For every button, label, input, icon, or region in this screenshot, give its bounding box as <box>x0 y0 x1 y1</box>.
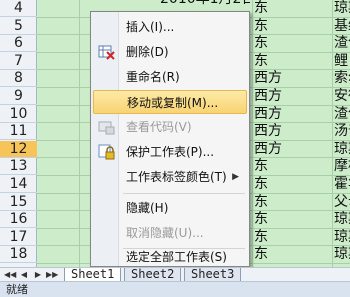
status-text: 就绪 <box>6 283 28 296</box>
cell-region[interactable]: 西方 <box>254 123 330 140</box>
gridline <box>332 0 333 267</box>
cell-name[interactable]: 琼斯 <box>334 246 350 263</box>
cell-name[interactable]: 霍华 <box>334 176 350 193</box>
row-header-10[interactable]: 10 <box>0 106 37 123</box>
tab-sheet3[interactable]: Sheet3 <box>184 268 242 282</box>
gridline <box>252 0 253 267</box>
row-header-5[interactable]: 5 <box>0 18 37 35</box>
menu-item-label: 工作表标签颜色(T) <box>126 170 227 184</box>
row-header-14[interactable]: 14 <box>0 176 37 193</box>
menu-item-label: 删除(D) <box>126 45 169 59</box>
row-header-7[interactable]: 7 <box>0 53 37 70</box>
menu-item-move-or-copy[interactable]: 移动或复制(M)... <box>93 90 247 114</box>
sheet-tab-bar: ◀◀ ◀ ▶ ▶▶ Sheet1 Sheet2 Sheet3 <box>0 267 350 282</box>
cell-name[interactable]: 汤普 <box>334 123 350 140</box>
cell-name[interactable]: 安德 <box>334 88 350 105</box>
cell-region[interactable]: 东 <box>254 53 330 70</box>
row-header-12[interactable]: 12 <box>0 140 37 158</box>
cell-region[interactable]: 东 <box>254 246 330 263</box>
cell-region[interactable]: 东 <box>254 18 330 35</box>
cell-region[interactable]: 西方 <box>254 70 330 87</box>
row-header-15[interactable]: 15 <box>0 194 37 211</box>
menu-item-view-code[interactable]: 查看代码(V) <box>93 115 247 139</box>
menu-item-unhide[interactable]: 取消隐藏(U)... <box>93 221 247 245</box>
row-header-13[interactable]: 13 <box>0 158 37 176</box>
cell-name[interactable]: 鲤 <box>334 53 350 70</box>
tab-sheet2[interactable]: Sheet2 <box>124 268 182 282</box>
row-header-17[interactable]: 17 <box>0 229 37 246</box>
row-header-6[interactable]: 6 <box>0 35 37 53</box>
cell-name[interactable]: 父母 <box>334 194 350 211</box>
protect-sheet-icon <box>98 144 115 160</box>
row-header-18[interactable]: 18 <box>0 246 37 264</box>
menu-item-insert[interactable]: 插入(I)... <box>93 15 247 39</box>
first-sheet-icon[interactable]: ◀◀ <box>4 269 16 281</box>
cell-region[interactable]: 东 <box>254 229 330 246</box>
row-header-8[interactable]: 8 <box>0 70 37 88</box>
menu-item-protect-sheet[interactable]: 保护工作表(P)... <box>93 140 247 164</box>
menu-item-hide[interactable]: 隐藏(H) <box>93 196 247 220</box>
menu-item-label: 隐藏(H) <box>126 201 169 215</box>
menu-item-rename[interactable]: 重命名(R) <box>93 65 247 89</box>
menu-item-tab-color[interactable]: 工作表标签颜色(T) ▶ <box>93 165 247 189</box>
cell-region[interactable]: 东 <box>254 211 330 228</box>
menu-item-label: 查看代码(V) <box>126 120 192 134</box>
delete-sheet-icon <box>98 45 115 60</box>
submenu-arrow-icon: ▶ <box>232 172 239 182</box>
row-headers: 4 5 6 7 8 9 10 11 12 13 14 15 16 17 18 <box>0 0 37 267</box>
cell-name[interactable]: 琼斯 <box>334 141 350 158</box>
cell-name[interactable]: 渣甸 <box>334 35 350 52</box>
cell-name[interactable]: 琼斯 <box>334 0 350 17</box>
row-header-16[interactable]: 16 <box>0 211 37 229</box>
cell-name[interactable]: 琼斯 <box>334 211 350 228</box>
menu-item-select-all-sheets[interactable]: 选定全部工作表(S) <box>93 245 247 269</box>
menu-item-label: 移动或复制(M)... <box>127 96 219 110</box>
menu-item-label: 重命名(R) <box>126 70 180 84</box>
gridline <box>79 0 80 267</box>
view-code-icon <box>98 121 115 135</box>
cell-region[interactable]: 东 <box>254 158 330 175</box>
cell-name[interactable]: 索尔 <box>334 70 350 87</box>
row-header-9[interactable]: 9 <box>0 88 37 105</box>
menu-item-label: 选定全部工作表(S) <box>126 250 227 264</box>
cell-region[interactable]: 西方 <box>254 106 330 123</box>
menu-item-label: 保护工作表(P)... <box>126 145 215 159</box>
cell-date[interactable]: 2010年1月2日 <box>160 0 250 8</box>
sheet-tab-context-menu: 插入(I)... 删除(D) 重命名(R) 移动或复制(M)... 查看代码(V… <box>90 11 250 267</box>
menu-item-label: 插入(I)... <box>126 20 175 34</box>
next-sheet-icon[interactable]: ▶ <box>32 269 44 281</box>
cell-name[interactable]: 摩根 <box>334 158 350 175</box>
cell-region[interactable]: 东 <box>254 176 330 193</box>
cell-region[interactable]: 西方 <box>254 141 330 158</box>
tab-sheet1[interactable]: Sheet1 <box>64 268 122 282</box>
menu-separator <box>123 193 245 194</box>
cell-region[interactable]: 东 <box>254 194 330 211</box>
cell-region[interactable]: 东 <box>254 35 330 52</box>
menu-item-delete[interactable]: 删除(D) <box>93 40 247 64</box>
row-header-11[interactable]: 11 <box>0 123 37 141</box>
prev-sheet-icon[interactable]: ◀ <box>18 269 30 281</box>
cell-name[interactable]: 渣甸 <box>334 106 350 123</box>
cell-name[interactable]: 琼斯 <box>334 229 350 246</box>
menu-item-label: 取消隐藏(U)... <box>126 226 204 240</box>
last-sheet-icon[interactable]: ▶▶ <box>46 269 58 281</box>
cell-name[interactable]: 基维 <box>334 18 350 35</box>
cell-region[interactable]: 西方 <box>254 88 330 105</box>
row-header-4[interactable]: 4 <box>0 0 37 17</box>
status-bar: 就绪 <box>0 281 350 297</box>
cell-region[interactable]: 东 <box>254 0 330 17</box>
